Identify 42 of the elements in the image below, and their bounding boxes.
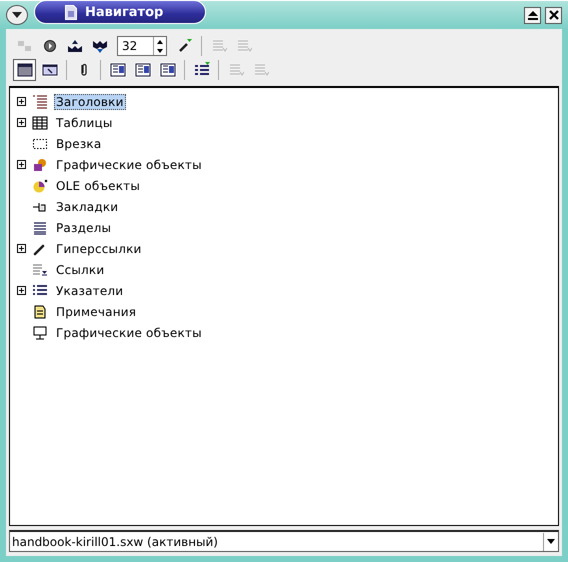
spin-down-icon[interactable] [157, 48, 163, 52]
table-icon [32, 116, 48, 130]
heading-level-spinbox[interactable]: 32 [117, 36, 167, 56]
shapes-icon [32, 158, 48, 172]
note-icon [32, 304, 48, 318]
tree-item[interactable]: Графические объекты [54, 324, 204, 340]
references-icon [32, 262, 48, 276]
eject-icon [528, 10, 538, 20]
tree-item[interactable]: Указатели [54, 282, 126, 298]
tree-item[interactable]: Заголовки [54, 94, 126, 110]
document-dropdown[interactable]: handbook-kirill01.sxw (активный) [9, 530, 559, 552]
tree-item[interactable]: Разделы [54, 220, 114, 236]
caret-icon [12, 12, 22, 18]
frame-icon [32, 136, 48, 150]
tree-item[interactable]: Врезка [54, 136, 104, 152]
dropdown-icon [543, 532, 558, 550]
close-button[interactable] [545, 6, 562, 24]
tree-item[interactable]: OLE объекты [54, 178, 142, 194]
expand-icon[interactable] [17, 244, 26, 253]
expand-icon[interactable] [17, 160, 26, 169]
headings-icon [32, 94, 48, 108]
content-view-icon[interactable] [13, 59, 36, 81]
tree-item[interactable]: Закладки [54, 198, 120, 214]
drawing-icon [32, 326, 48, 340]
tree-item[interactable]: Гиперссылки [54, 240, 144, 256]
expand-icon[interactable] [17, 97, 26, 106]
pie-chart-icon [32, 178, 48, 192]
spin-value: 32 [121, 39, 138, 53]
tree-item[interactable]: Графические объекты [54, 156, 204, 172]
sections-icon [32, 220, 48, 234]
shade-button[interactable] [524, 6, 541, 24]
spin-up-icon[interactable] [157, 40, 163, 44]
expand-icon[interactable] [17, 118, 26, 127]
expand-icon[interactable] [17, 286, 26, 295]
window-title: Навигатор [85, 4, 164, 20]
close-icon [548, 10, 558, 20]
tree-item[interactable]: Примечания [54, 304, 138, 320]
tree-item[interactable]: Ссылки [54, 262, 106, 278]
index-icon [32, 284, 48, 298]
window-menu-button[interactable] [6, 5, 28, 25]
tree-item[interactable]: Таблицы [54, 114, 115, 130]
document-icon [65, 4, 77, 20]
